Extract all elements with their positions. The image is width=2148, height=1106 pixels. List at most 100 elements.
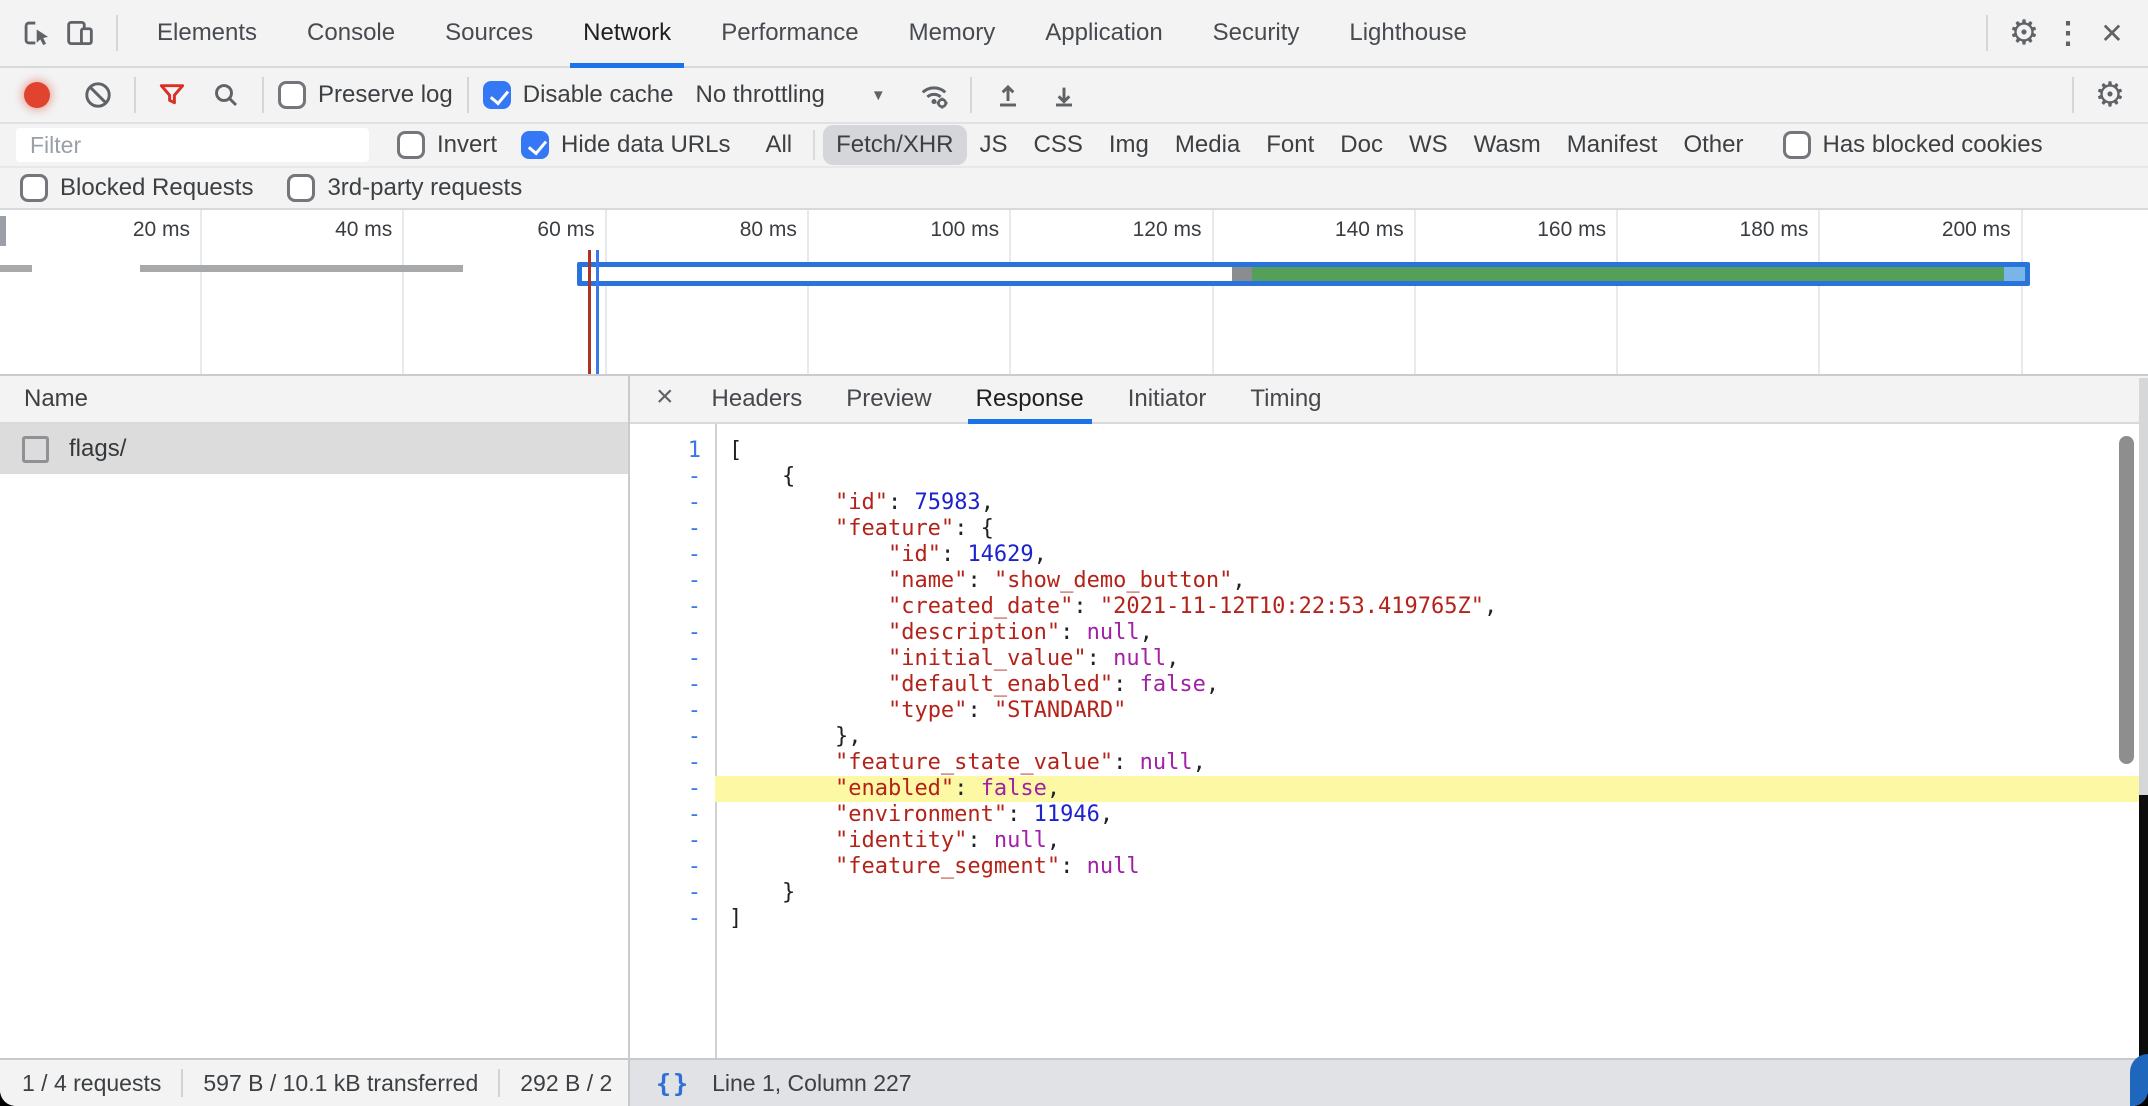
detail-tab-initiator[interactable]: Initiator xyxy=(1106,376,1229,422)
timeline-tick-label: 20 ms xyxy=(30,218,190,246)
name-column-header[interactable]: Name xyxy=(0,376,628,424)
filter-chip-css[interactable]: CSS xyxy=(1021,125,1096,165)
token-p xyxy=(729,516,835,541)
tab-memory[interactable]: Memory xyxy=(884,0,1021,66)
search-icon[interactable] xyxy=(204,73,248,117)
token-p: : xyxy=(954,776,981,801)
token-p: : xyxy=(888,490,915,515)
detail-tab-preview[interactable]: Preview xyxy=(824,376,953,422)
record-network-log-icon[interactable] xyxy=(24,82,50,108)
timeline-tick-label: 60 ms xyxy=(435,218,595,246)
network-overview-timeline[interactable]: 20 ms40 ms60 ms80 ms100 ms120 ms140 ms16… xyxy=(0,210,2148,376)
token-s: "feature" xyxy=(835,516,954,541)
waterfall-bar-selected[interactable] xyxy=(577,262,2030,286)
tab-console[interactable]: Console xyxy=(282,0,420,66)
filter-chip-font[interactable]: Font xyxy=(1253,125,1327,165)
request-row-flags[interactable]: flags/ xyxy=(0,424,628,474)
filter-chip-fetch-xhr[interactable]: Fetch/XHR xyxy=(823,125,966,165)
close-detail-icon[interactable]: × xyxy=(640,380,690,418)
token-s: "default_enabled" xyxy=(888,672,1113,697)
code-line: - "default_enabled": false, xyxy=(630,672,2148,698)
timeline-tick-label: 160 ms xyxy=(1446,218,1606,246)
filter-chip-manifest[interactable]: Manifest xyxy=(1554,125,1671,165)
network-conditions-icon[interactable] xyxy=(912,73,956,117)
filter-chip-js[interactable]: JS xyxy=(967,125,1021,165)
export-har-icon[interactable] xyxy=(986,73,1030,117)
device-toolbar-icon[interactable] xyxy=(58,11,102,55)
code-line: - "identity": null, xyxy=(630,828,2148,854)
disable-cache-checkbox[interactable] xyxy=(483,81,511,109)
code-line: - "environment": 11946, xyxy=(630,802,2148,828)
import-har-icon[interactable] xyxy=(1042,73,1086,117)
editor-scrollbar[interactable] xyxy=(2119,436,2134,764)
preserve-log-checkbox[interactable] xyxy=(278,81,306,109)
detail-tab-timing[interactable]: Timing xyxy=(1228,376,1343,422)
tab-network[interactable]: Network xyxy=(558,0,696,66)
throttling-select[interactable]: No throttling ▼ xyxy=(695,81,885,109)
code-text: "created_date": "2021-11-12T10:22:53.419… xyxy=(715,594,2148,620)
token-p: , xyxy=(1034,542,1047,567)
filter-chip-media[interactable]: Media xyxy=(1162,125,1253,165)
tab-elements[interactable]: Elements xyxy=(132,0,282,66)
inspect-element-icon[interactable] xyxy=(14,11,58,55)
gutter-fold-marker: - xyxy=(630,594,715,620)
waterfall-bar-other[interactable] xyxy=(140,265,463,272)
settings-icon[interactable]: ⚙ xyxy=(2002,11,2046,55)
third-party-requests-checkbox[interactable] xyxy=(287,174,315,202)
token-p xyxy=(729,776,835,801)
detail-tab-response[interactable]: Response xyxy=(954,376,1106,422)
timeline-tick-label: 180 ms xyxy=(1648,218,1808,246)
waterfall-bar-other[interactable] xyxy=(0,265,32,272)
filter-chip-img[interactable]: Img xyxy=(1096,125,1162,165)
close-devtools-icon[interactable]: ✕ xyxy=(2090,11,2134,55)
detail-tab-headers[interactable]: Headers xyxy=(690,376,825,422)
overview-handle[interactable] xyxy=(0,216,6,246)
token-s: "id" xyxy=(888,542,941,567)
code-text: "initial_value": null, xyxy=(715,646,2148,672)
token-n: 75983 xyxy=(914,490,980,515)
filter-funnel-icon[interactable] xyxy=(150,73,194,117)
tab-application[interactable]: Application xyxy=(1020,0,1187,66)
code-text: { xyxy=(715,464,2148,490)
token-p: , xyxy=(1206,672,1219,697)
code-line: - "initial_value": null, xyxy=(630,646,2148,672)
filter-chip-wasm[interactable]: Wasm xyxy=(1461,125,1554,165)
token-s: "enabled" xyxy=(835,776,954,801)
token-s: "type" xyxy=(888,698,967,723)
token-p: { xyxy=(729,464,795,489)
timeline-tick-label: 140 ms xyxy=(1244,218,1404,246)
blocked-requests-checkbox[interactable] xyxy=(20,174,48,202)
filter-chip-all[interactable]: All xyxy=(752,125,805,165)
token-p xyxy=(729,698,888,723)
has-blocked-cookies-label: Has blocked cookies xyxy=(1823,131,2043,159)
filter-chip-ws[interactable]: WS xyxy=(1396,125,1461,165)
filter-input[interactable] xyxy=(16,128,369,162)
filter-chip-other[interactable]: Other xyxy=(1670,125,1756,165)
pretty-print-icon[interactable]: {} xyxy=(656,1069,690,1098)
code-line: - "feature_state_value": null, xyxy=(630,750,2148,776)
waterfall-segment xyxy=(2004,267,2025,281)
gutter-fold-marker: - xyxy=(630,854,715,880)
token-s: "2021-11-12T10:22:53.419765Z" xyxy=(1100,594,1484,619)
filter-chip-doc[interactable]: Doc xyxy=(1327,125,1396,165)
waterfall-segment xyxy=(1232,267,1252,281)
network-settings-icon[interactable]: ⚙ xyxy=(2088,73,2132,117)
detail-tabs: HeadersPreviewResponseInitiatorTiming xyxy=(690,376,1344,422)
tab-sources[interactable]: Sources xyxy=(420,0,558,66)
code-line: - "feature_segment": null xyxy=(630,854,2148,880)
chevron-down-icon: ▼ xyxy=(871,87,886,104)
tab-security[interactable]: Security xyxy=(1188,0,1325,66)
code-text: "id": 14629, xyxy=(715,542,2148,568)
response-editor[interactable]: 1[- {- "id": 75983,- "feature": {- "id":… xyxy=(630,424,2148,1058)
token-s: "name" xyxy=(888,568,967,593)
tab-performance[interactable]: Performance xyxy=(696,0,883,66)
clear-network-log-icon[interactable] xyxy=(76,73,120,117)
hide-data-urls-checkbox[interactable] xyxy=(521,131,549,159)
more-options-icon[interactable]: ⋮ xyxy=(2046,11,2090,55)
has-blocked-cookies-checkbox[interactable] xyxy=(1783,131,1811,159)
token-s: "show_demo_button" xyxy=(994,568,1232,593)
tab-lighthouse[interactable]: Lighthouse xyxy=(1324,0,1491,66)
invert-checkbox[interactable] xyxy=(397,131,425,159)
token-p: : xyxy=(967,828,994,853)
divider xyxy=(116,15,118,51)
